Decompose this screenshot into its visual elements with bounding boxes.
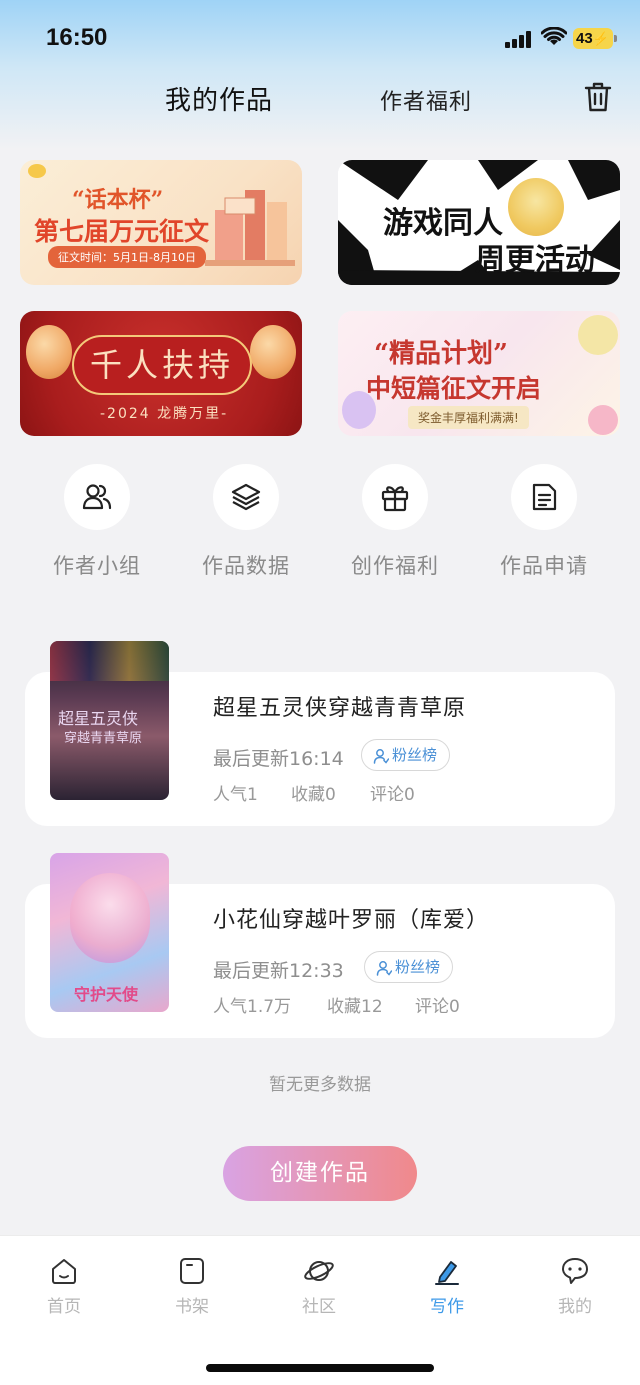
home-indicator xyxy=(206,1364,434,1372)
work-comments: 评论0 xyxy=(415,997,460,1017)
quick-action-circle xyxy=(64,464,130,530)
planet-icon xyxy=(304,1261,334,1281)
quick-action-work-data[interactable]: 作品数据 xyxy=(181,464,311,580)
anime-character-illustration xyxy=(508,178,564,236)
quick-action-author-group[interactable]: 作者小组 xyxy=(32,464,162,580)
flower-decoration xyxy=(578,315,618,355)
quick-action-label: 作品申请 xyxy=(500,554,588,578)
tab-my-works[interactable]: 我的作品 xyxy=(165,80,273,117)
tab-label: 社区 xyxy=(302,1297,336,1317)
wifi-icon xyxy=(541,27,567,45)
banner-subtitle: 第七届万元征文 xyxy=(34,217,210,246)
work-popularity: 人气1.7万 xyxy=(213,997,292,1017)
mascot-icon xyxy=(28,164,46,178)
lantern-icon xyxy=(250,325,296,379)
cover-stage-lights xyxy=(50,641,169,681)
charging-bolt-icon: ⚡ xyxy=(592,31,609,46)
cellular-signal-icon xyxy=(505,30,533,48)
tab-label: 我的 xyxy=(558,1297,592,1317)
fans-ranking-button[interactable]: 粉丝榜 xyxy=(361,739,451,771)
work-favorites: 收藏12 xyxy=(327,997,383,1017)
cover-title: 超星五灵侠 xyxy=(58,709,139,728)
banner-date: 征文时间：5月1日-8月10日 xyxy=(48,246,206,268)
status-bar: 16:50 43⚡ xyxy=(0,0,640,76)
banner-subtitle: -2024 龙腾万里- xyxy=(100,406,229,422)
tab-community[interactable]: 社区 xyxy=(279,1256,359,1317)
status-time: 16:50 xyxy=(46,24,108,51)
quick-action-circle xyxy=(213,464,279,530)
tab-label: 写作 xyxy=(430,1297,464,1317)
quick-action-creation-benefits[interactable]: 创作福利 xyxy=(330,464,460,580)
chat-bubble-icon xyxy=(562,1258,588,1284)
lantern-icon xyxy=(26,325,72,379)
cover-characters xyxy=(70,873,150,963)
banner-thousand-support[interactable]: 千人扶持 -2024 龙腾万里- xyxy=(20,311,302,436)
trash-icon[interactable] xyxy=(582,80,614,114)
work-popularity: 人气1 xyxy=(213,785,258,805)
person-icon xyxy=(373,749,389,764)
create-work-button[interactable]: 创建作品 xyxy=(223,1146,417,1201)
pen-icon xyxy=(435,1261,459,1285)
no-more-data-text: 暂无更多数据 xyxy=(269,1075,371,1095)
gift-icon xyxy=(381,486,409,512)
banner-tag: 奖金丰厚福利满满! xyxy=(408,406,529,429)
cover-subtitle: 穿越青青草原 xyxy=(64,731,143,746)
person-icon xyxy=(376,961,392,976)
bookshelf-icon xyxy=(180,1258,204,1284)
balloon-decoration xyxy=(588,405,618,435)
work-comments: 评论0 xyxy=(370,785,415,805)
banner-writing-contest[interactable]: “话本杯” 第七届万元征文 征文时间：5月1日-8月10日 xyxy=(20,160,302,285)
work-title[interactable]: 小花仙穿越叶罗丽（库爱） xyxy=(213,902,489,934)
banner-title: “话本杯” xyxy=(72,187,164,213)
bottom-tab-bar: 首页 书架 社区 写作 我的 xyxy=(0,1235,640,1385)
tab-bookshelf[interactable]: 书架 xyxy=(152,1256,232,1317)
work-cover-image[interactable]: 守护天使 xyxy=(50,853,169,1012)
fans-ranking-label: 粉丝榜 xyxy=(392,746,438,764)
layers-icon xyxy=(231,483,261,511)
tab-label: 首页 xyxy=(47,1297,81,1317)
quick-action-label: 创作福利 xyxy=(351,554,439,578)
banner-title: “精品计划” xyxy=(374,339,508,369)
banner-title: 千人扶持 xyxy=(72,335,252,395)
banner-subtitle: 中短篇征文开启 xyxy=(366,374,542,403)
battery-level: 43 xyxy=(576,30,593,47)
banner-game-fanfic[interactable]: 游戏同人 周更活动 xyxy=(338,160,620,285)
tab-label: 书架 xyxy=(175,1297,209,1317)
home-icon xyxy=(52,1259,76,1284)
banner-quality-plan[interactable]: “精品计划” 中短篇征文开启 奖金丰厚福利满满! xyxy=(338,311,620,436)
quick-action-label: 作者小组 xyxy=(53,554,141,578)
books-illustration xyxy=(205,190,295,266)
work-cover-image[interactable]: 超星五灵侠 穿越青青草原 xyxy=(50,641,169,800)
banner-subtitle: 周更活动 xyxy=(475,243,595,278)
tab-author-benefits[interactable]: 作者福利 xyxy=(380,84,472,116)
quick-action-circle xyxy=(362,464,428,530)
work-title[interactable]: 超星五灵侠穿越青青草原 xyxy=(213,690,466,722)
cover-title: 守护天使 xyxy=(74,985,139,1004)
quick-action-work-application[interactable]: 作品申请 xyxy=(479,464,609,580)
fans-ranking-button[interactable]: 粉丝榜 xyxy=(364,951,454,983)
tab-write[interactable]: 写作 xyxy=(407,1256,487,1317)
people-icon xyxy=(82,484,112,510)
battery-indicator: 43⚡ xyxy=(573,28,617,49)
work-updated-time: 最后更新16:14 xyxy=(213,748,344,770)
fans-ranking-label: 粉丝榜 xyxy=(395,958,441,976)
work-favorites: 收藏0 xyxy=(291,785,336,805)
tab-home[interactable]: 首页 xyxy=(24,1256,104,1317)
quick-action-circle xyxy=(511,464,577,530)
tab-mine[interactable]: 我的 xyxy=(535,1256,615,1317)
document-icon xyxy=(532,483,557,511)
work-updated-time: 最后更新12:33 xyxy=(213,960,344,982)
quick-action-label: 作品数据 xyxy=(202,554,290,578)
